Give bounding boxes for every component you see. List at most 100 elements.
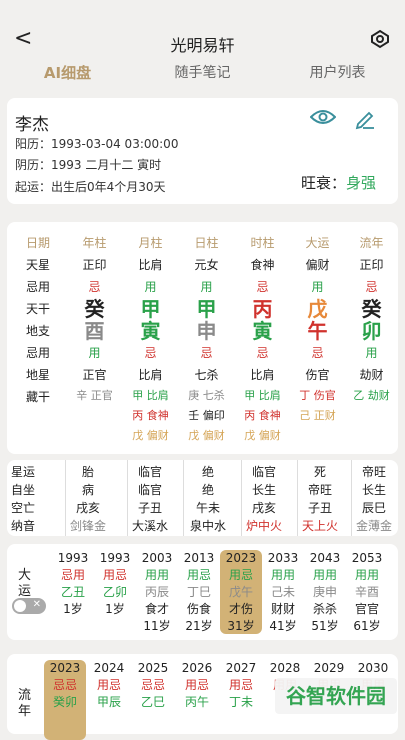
canggan: 己 正财 [299,409,336,422]
dayun-year: 2043 [309,551,341,565]
dixing: 比肩 [250,368,275,382]
dixing: 正官 [82,368,107,382]
star-label: 纳音 [11,519,36,533]
star-value: 临官 [137,465,162,479]
liunian-year: 2024 [93,661,125,675]
profile-card: 李杰 阳历：1993-03-04 03:00:00 阴历：1993 二月十二 寅… [7,98,398,204]
dayun-ganzhi: 乙丑 [60,585,85,599]
dayun-ganzhi: 丁巳 [186,585,211,599]
stars-card: 星运胎临官绝临官死帝旺 自坐病临官绝长生 帝旺 长生 空亡 戌亥 子丑 午未 戌亥 子丑 辰巳 纳音剑… [7,460,398,536]
tianxing: 正印 [359,258,384,272]
dixing: 比肩 [138,368,163,382]
dayun-ganzhi: 辛酉 [354,585,379,599]
strength-status: 旺衰：身强 [301,172,376,193]
pillar-column: 月柱 比肩用甲寅忌比肩甲 比肩丙 食神戊 偏财 [123,232,178,446]
dayun-age: 41岁 [269,619,297,633]
pillar-column: 日柱 元女用甲申忌七杀庚 七杀壬 偏印戊 偏财 [179,232,234,446]
ji-yong: 忌 [256,280,269,294]
tianxing: 偏财 [305,258,330,272]
ji-yong: 忌 [311,346,324,360]
row-label: 忌用 [25,346,50,360]
canggan: 丙 食神 [132,409,169,422]
dayun-shishen: 官官 [354,602,379,616]
dayun-ganzhi: 庚申 [312,585,337,599]
star-label: 自坐 [11,483,36,497]
dayun-year: 1993 [57,551,89,565]
strength-value: 身强 [345,174,376,192]
liunian-item[interactable]: 2023 忌忌 癸卯 [44,660,86,740]
dayun-card: 大运 ✕ 1993 忌用 乙丑 1岁 1993 用忌 乙卯 1岁 2003 用用 丙辰 食才 11岁 20… [7,544,398,640]
tab-user-list[interactable]: 用户列表 [270,58,405,86]
dayun-shishen: 才伤 [228,602,253,616]
dayun-ganzhi: 己未 [270,585,295,599]
tianxing: 比肩 [138,258,163,272]
watermark-logo: 谷智软件园 [275,678,397,714]
canggan: 庚 七杀 [188,389,225,402]
eye-icon[interactable] [369,29,391,49]
liunian-item[interactable]: 2026 用忌 丙午 [176,660,218,711]
dayun-age: 11岁 [143,619,171,633]
liunian-year: 2028 [269,661,301,675]
liunian-item[interactable]: 2027 用忌 丁未 [220,660,262,711]
tab-notes[interactable]: 随手笔记 [135,58,270,86]
liunian-jiyong: 用忌 [184,678,209,692]
qiyun-info: 起运：出生后0年4个月30天 [15,180,166,194]
liunian-year: 2025 [137,661,169,675]
star-value: 临官 [251,465,276,479]
dayun-item[interactable]: 2053 用用 辛酉 官官 61岁 [346,550,388,635]
star-value: 临官 [137,483,162,497]
liunian-ganzhi: 甲辰 [96,695,121,709]
solar-date: 阳历：1993-03-04 03:00:00 [15,137,179,151]
ji-yong: 忌 [200,346,213,360]
row-label: 天星 [25,258,50,272]
tiangan: 丙 [252,297,273,321]
canggan: 辛 正官 [76,389,113,402]
dayun-shishen: 食才 [144,602,169,616]
divider [127,460,128,536]
dayun-item[interactable]: 2043 用用 庚申 杀杀 51岁 [304,550,346,635]
star-value: 天上火 [301,519,338,533]
pillars-card: 日期 天星 忌用 天干 地支 忌用 地星 藏干 年柱 正印忌癸酉用正官辛 正官 月柱… [7,222,398,454]
canggan: 戊 偏财 [244,429,281,442]
page-title: 光明易轩 [170,36,235,55]
dayun-item[interactable]: 1993 用忌 乙卯 1岁 [94,550,136,618]
ji-yong: 忌 [365,280,378,294]
liunian-ganzhi: 乙巳 [140,695,165,709]
tab-ai-detail[interactable]: AI细盘 [0,58,135,86]
dayun-year: 2003 [141,551,173,565]
liunian-item[interactable]: 2025 忌忌 乙巳 [132,660,174,711]
dayun-age: 1岁 [105,602,125,616]
tab-bar: AI细盘 随手笔记 用户列表 [0,58,405,86]
row-label: 地支 [25,324,50,338]
tianxing: 元女 [194,258,219,272]
dayun-item[interactable]: 1993 忌用 乙丑 1岁 [52,550,94,618]
dayun-item[interactable]: 2033 用用 己未 财财 41岁 [262,550,304,635]
star-value: 泉中水 [189,519,226,533]
dayun-shishen: 杀杀 [312,602,337,616]
star-value: 子丑 [307,501,332,515]
canggan: 戊 偏财 [132,429,169,442]
canggan: 丙 食神 [244,409,281,422]
dayun-jiyong: 用用 [354,568,379,582]
star-value: 帝旺 [307,483,332,497]
star-value: 绝 [201,465,214,479]
star-label: 空亡 [11,501,36,515]
edit-icon[interactable] [354,108,376,130]
pillar-column: 流年 正印忌癸卯用劫财乙 劫财 [344,232,399,406]
view-icon[interactable] [310,108,336,126]
dayun-age: 51岁 [311,619,339,633]
star-value: 金薄金 [355,519,392,533]
liunian-year: 2029 [313,661,345,675]
ji-yong: 忌 [144,346,157,360]
ji-yong: 忌 [88,280,101,294]
row-label: 地星 [25,368,50,382]
dayun-item[interactable]: 2013 用忌 丁巳 伤食 21岁 [178,550,220,635]
star-value: 剑锋金 [69,519,106,533]
pillar-column: 大运 偏财用戊午忌伤官丁 伤官己 正财 [290,232,345,426]
ji-yong: 用 [365,346,378,360]
liunian-item[interactable]: 2024 用忌 甲辰 [88,660,130,711]
dayun-item[interactable]: 2003 用用 丙辰 食才 11岁 [136,550,178,635]
dayun-item[interactable]: 2023 用忌 戊午 才伤 31岁 [220,550,262,634]
liunian-label: 流年 [18,688,32,719]
dayun-toggle[interactable]: ✕ [12,598,46,614]
